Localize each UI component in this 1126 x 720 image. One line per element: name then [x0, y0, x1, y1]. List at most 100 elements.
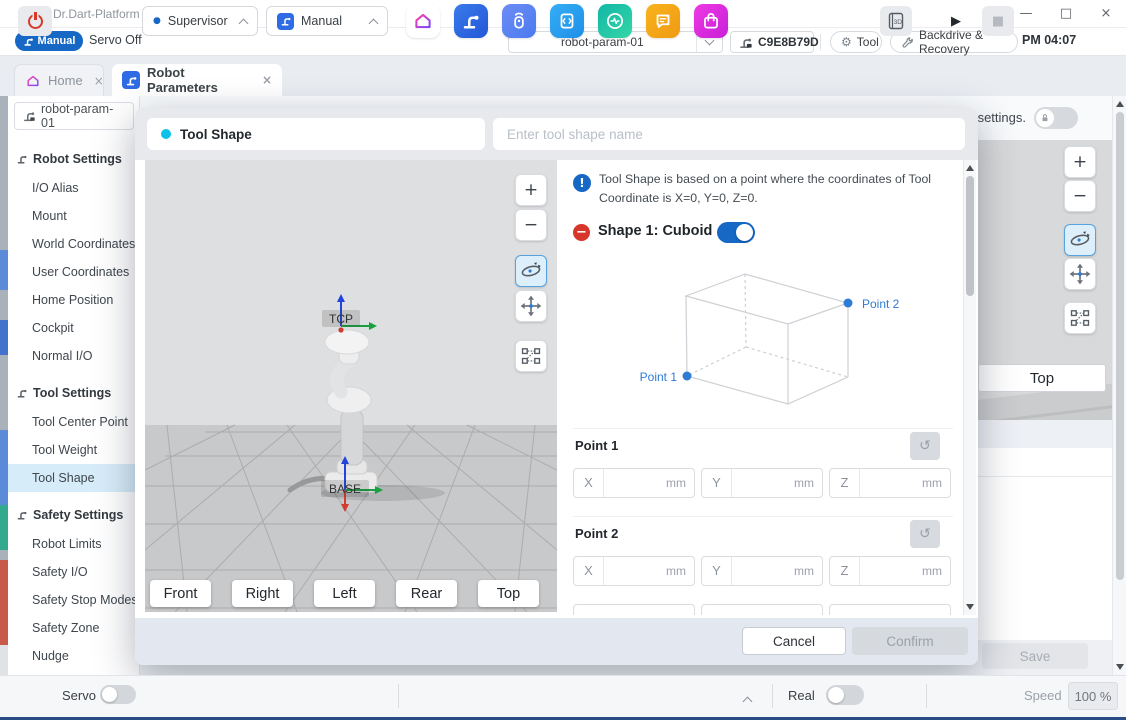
- tcp-label: TCP: [329, 312, 353, 326]
- device-id-text: C9E8B79D: [758, 35, 819, 49]
- view-rear-button[interactable]: Rear: [396, 580, 457, 607]
- panel-scrollbar[interactable]: [963, 160, 976, 615]
- device-id-badge[interactable]: C9E8B79D: [730, 31, 819, 53]
- stop-button[interactable]: ■: [982, 6, 1014, 36]
- sidebar-item-nudge[interactable]: Nudge: [8, 642, 139, 670]
- robot-3d-viewport[interactable]: TCP BASE + − Front Right Left Rear Top: [145, 160, 557, 612]
- point1-z-field: Zmm: [829, 468, 951, 498]
- app-robot-params-icon[interactable]: [454, 4, 488, 38]
- remove-shape-icon[interactable]: −: [573, 224, 590, 241]
- point2-reset-button[interactable]: ↺: [910, 520, 940, 548]
- robot-arm-icon: [23, 36, 34, 47]
- app-monitor-icon[interactable]: [598, 4, 632, 38]
- speed-label: Speed: [1024, 688, 1062, 703]
- window-title: Dr.Dart-Platform: [53, 6, 140, 21]
- app-remote-icon[interactable]: [502, 4, 536, 38]
- tool-button[interactable]: ⚙ Tool: [830, 31, 882, 53]
- point2-z-input[interactable]: [860, 558, 922, 584]
- sidebar-item-user-coordinates[interactable]: User Coordinates: [8, 258, 139, 286]
- sidebar-item-safety-zone[interactable]: Safety Zone: [8, 614, 139, 642]
- bg-zoom-out-button[interactable]: −: [1064, 180, 1096, 212]
- main-scrollbar[interactable]: [1112, 96, 1126, 675]
- sidebar-item-io-alias[interactable]: I/O Alias: [8, 174, 139, 202]
- bg-pan-view-button[interactable]: [1064, 258, 1096, 290]
- bg-rotate-view-button[interactable]: [1064, 224, 1096, 256]
- view-left-button[interactable]: Left: [314, 580, 375, 607]
- lock-icon: [1036, 109, 1054, 127]
- point1-z-input[interactable]: [860, 470, 922, 496]
- shape-1-toggle[interactable]: [717, 222, 755, 243]
- close-button[interactable]: ×: [1086, 1, 1126, 27]
- speed-value[interactable]: 100 %: [1068, 682, 1118, 710]
- sidebar-item-tool-weight[interactable]: Tool Weight: [8, 436, 139, 464]
- mode-select[interactable]: Manual: [266, 6, 388, 36]
- servo-toggle[interactable]: [100, 685, 136, 704]
- sidebar-item-safety-stop-modes[interactable]: Safety Stop Modes: [8, 586, 139, 614]
- tab-home[interactable]: Home ×: [14, 64, 104, 96]
- sidebar-item-tool-shape[interactable]: Tool Shape: [8, 464, 139, 492]
- bg-measure-button[interactable]: [1064, 302, 1096, 334]
- app-store-icon[interactable]: [694, 4, 728, 38]
- robot-lock-icon: [738, 35, 753, 50]
- section-robot-settings-label: Robot Settings: [33, 152, 122, 166]
- role-select-value: Supervisor: [167, 14, 228, 28]
- tab-robot-parameters[interactable]: Robot Parameters ×: [112, 64, 282, 96]
- point1-reset-button[interactable]: ↺: [910, 432, 940, 460]
- app-home-icon[interactable]: [406, 4, 440, 38]
- base-label: BASE: [329, 482, 361, 496]
- sidebar-item-normal-io[interactable]: Normal I/O: [8, 342, 139, 370]
- point2-z-field: Zmm: [829, 556, 951, 586]
- point1-y-input[interactable]: [732, 470, 794, 496]
- power-icon: [27, 11, 43, 29]
- sidebar-item-world-coordinates[interactable]: World Coordinates: [8, 230, 139, 258]
- point2-y-input[interactable]: [732, 558, 794, 584]
- confirm-button[interactable]: Confirm: [852, 627, 968, 655]
- real-toggle[interactable]: [826, 685, 864, 705]
- view-right-button[interactable]: Right: [232, 580, 293, 607]
- tab-robot-parameters-close-icon[interactable]: ×: [262, 73, 272, 87]
- chevron-up-icon: [238, 18, 249, 28]
- sidebar-param-header[interactable]: robot-param-01: [14, 102, 134, 130]
- robot-icon: [16, 509, 28, 521]
- cancel-button[interactable]: Cancel: [742, 627, 846, 655]
- sidebar-item-tool-center-point[interactable]: Tool Center Point: [8, 408, 139, 436]
- shape-1-label: Shape 1: Cuboid: [598, 223, 713, 239]
- settings-lock-toggle[interactable]: [1034, 107, 1078, 129]
- viewer-3d-label: 3D: [894, 19, 903, 26]
- desktop-edge-strip: [0, 96, 8, 717]
- pan-view-button[interactable]: [515, 290, 547, 322]
- bg-zoom-in-button[interactable]: +: [1064, 146, 1096, 178]
- tool-shape-name-input[interactable]: [493, 118, 965, 150]
- role-select[interactable]: ● Supervisor: [142, 6, 258, 36]
- tool-shape-dialog: Tool Shape Enter tool shape name TCP BAS…: [135, 108, 978, 665]
- zoom-out-button[interactable]: −: [515, 209, 547, 241]
- rotate-view-button[interactable]: [515, 255, 547, 287]
- apps-collapse-chevron[interactable]: [742, 692, 753, 710]
- play-button[interactable]: ▶: [940, 6, 972, 36]
- sidebar-item-home-position[interactable]: Home Position: [8, 286, 139, 314]
- tab-home-close-icon[interactable]: ×: [94, 74, 104, 88]
- view-top-button[interactable]: Top: [478, 580, 539, 607]
- power-button[interactable]: [18, 6, 52, 36]
- point1-x-input[interactable]: [604, 470, 666, 496]
- maximize-button[interactable]: □: [1046, 1, 1086, 27]
- sidebar-item-safety-io[interactable]: Safety I/O: [8, 558, 139, 586]
- point1-x-field: Xmm: [573, 468, 695, 498]
- robot-parameters-icon: [122, 71, 140, 89]
- point2-x-input[interactable]: [604, 558, 666, 584]
- point1-heading: Point 1: [575, 438, 619, 453]
- tool-button-label: Tool: [856, 35, 879, 49]
- bg-view-top-button[interactable]: Top: [978, 364, 1106, 392]
- point2-heading: Point 2: [575, 526, 619, 541]
- point2-x-field: Xmm: [573, 556, 695, 586]
- app-tasks-icon[interactable]: [646, 4, 680, 38]
- sidebar-item-robot-limits[interactable]: Robot Limits: [8, 530, 139, 558]
- view-front-button[interactable]: Front: [150, 580, 211, 607]
- viewer-3d-button[interactable]: 3D: [880, 6, 912, 36]
- sidebar-item-cockpit[interactable]: Cockpit: [8, 314, 139, 342]
- zoom-in-button[interactable]: +: [515, 174, 547, 206]
- measure-button[interactable]: [515, 340, 547, 372]
- save-button[interactable]: Save: [982, 643, 1088, 669]
- app-code-icon[interactable]: [550, 4, 584, 38]
- sidebar-item-mount[interactable]: Mount: [8, 202, 139, 230]
